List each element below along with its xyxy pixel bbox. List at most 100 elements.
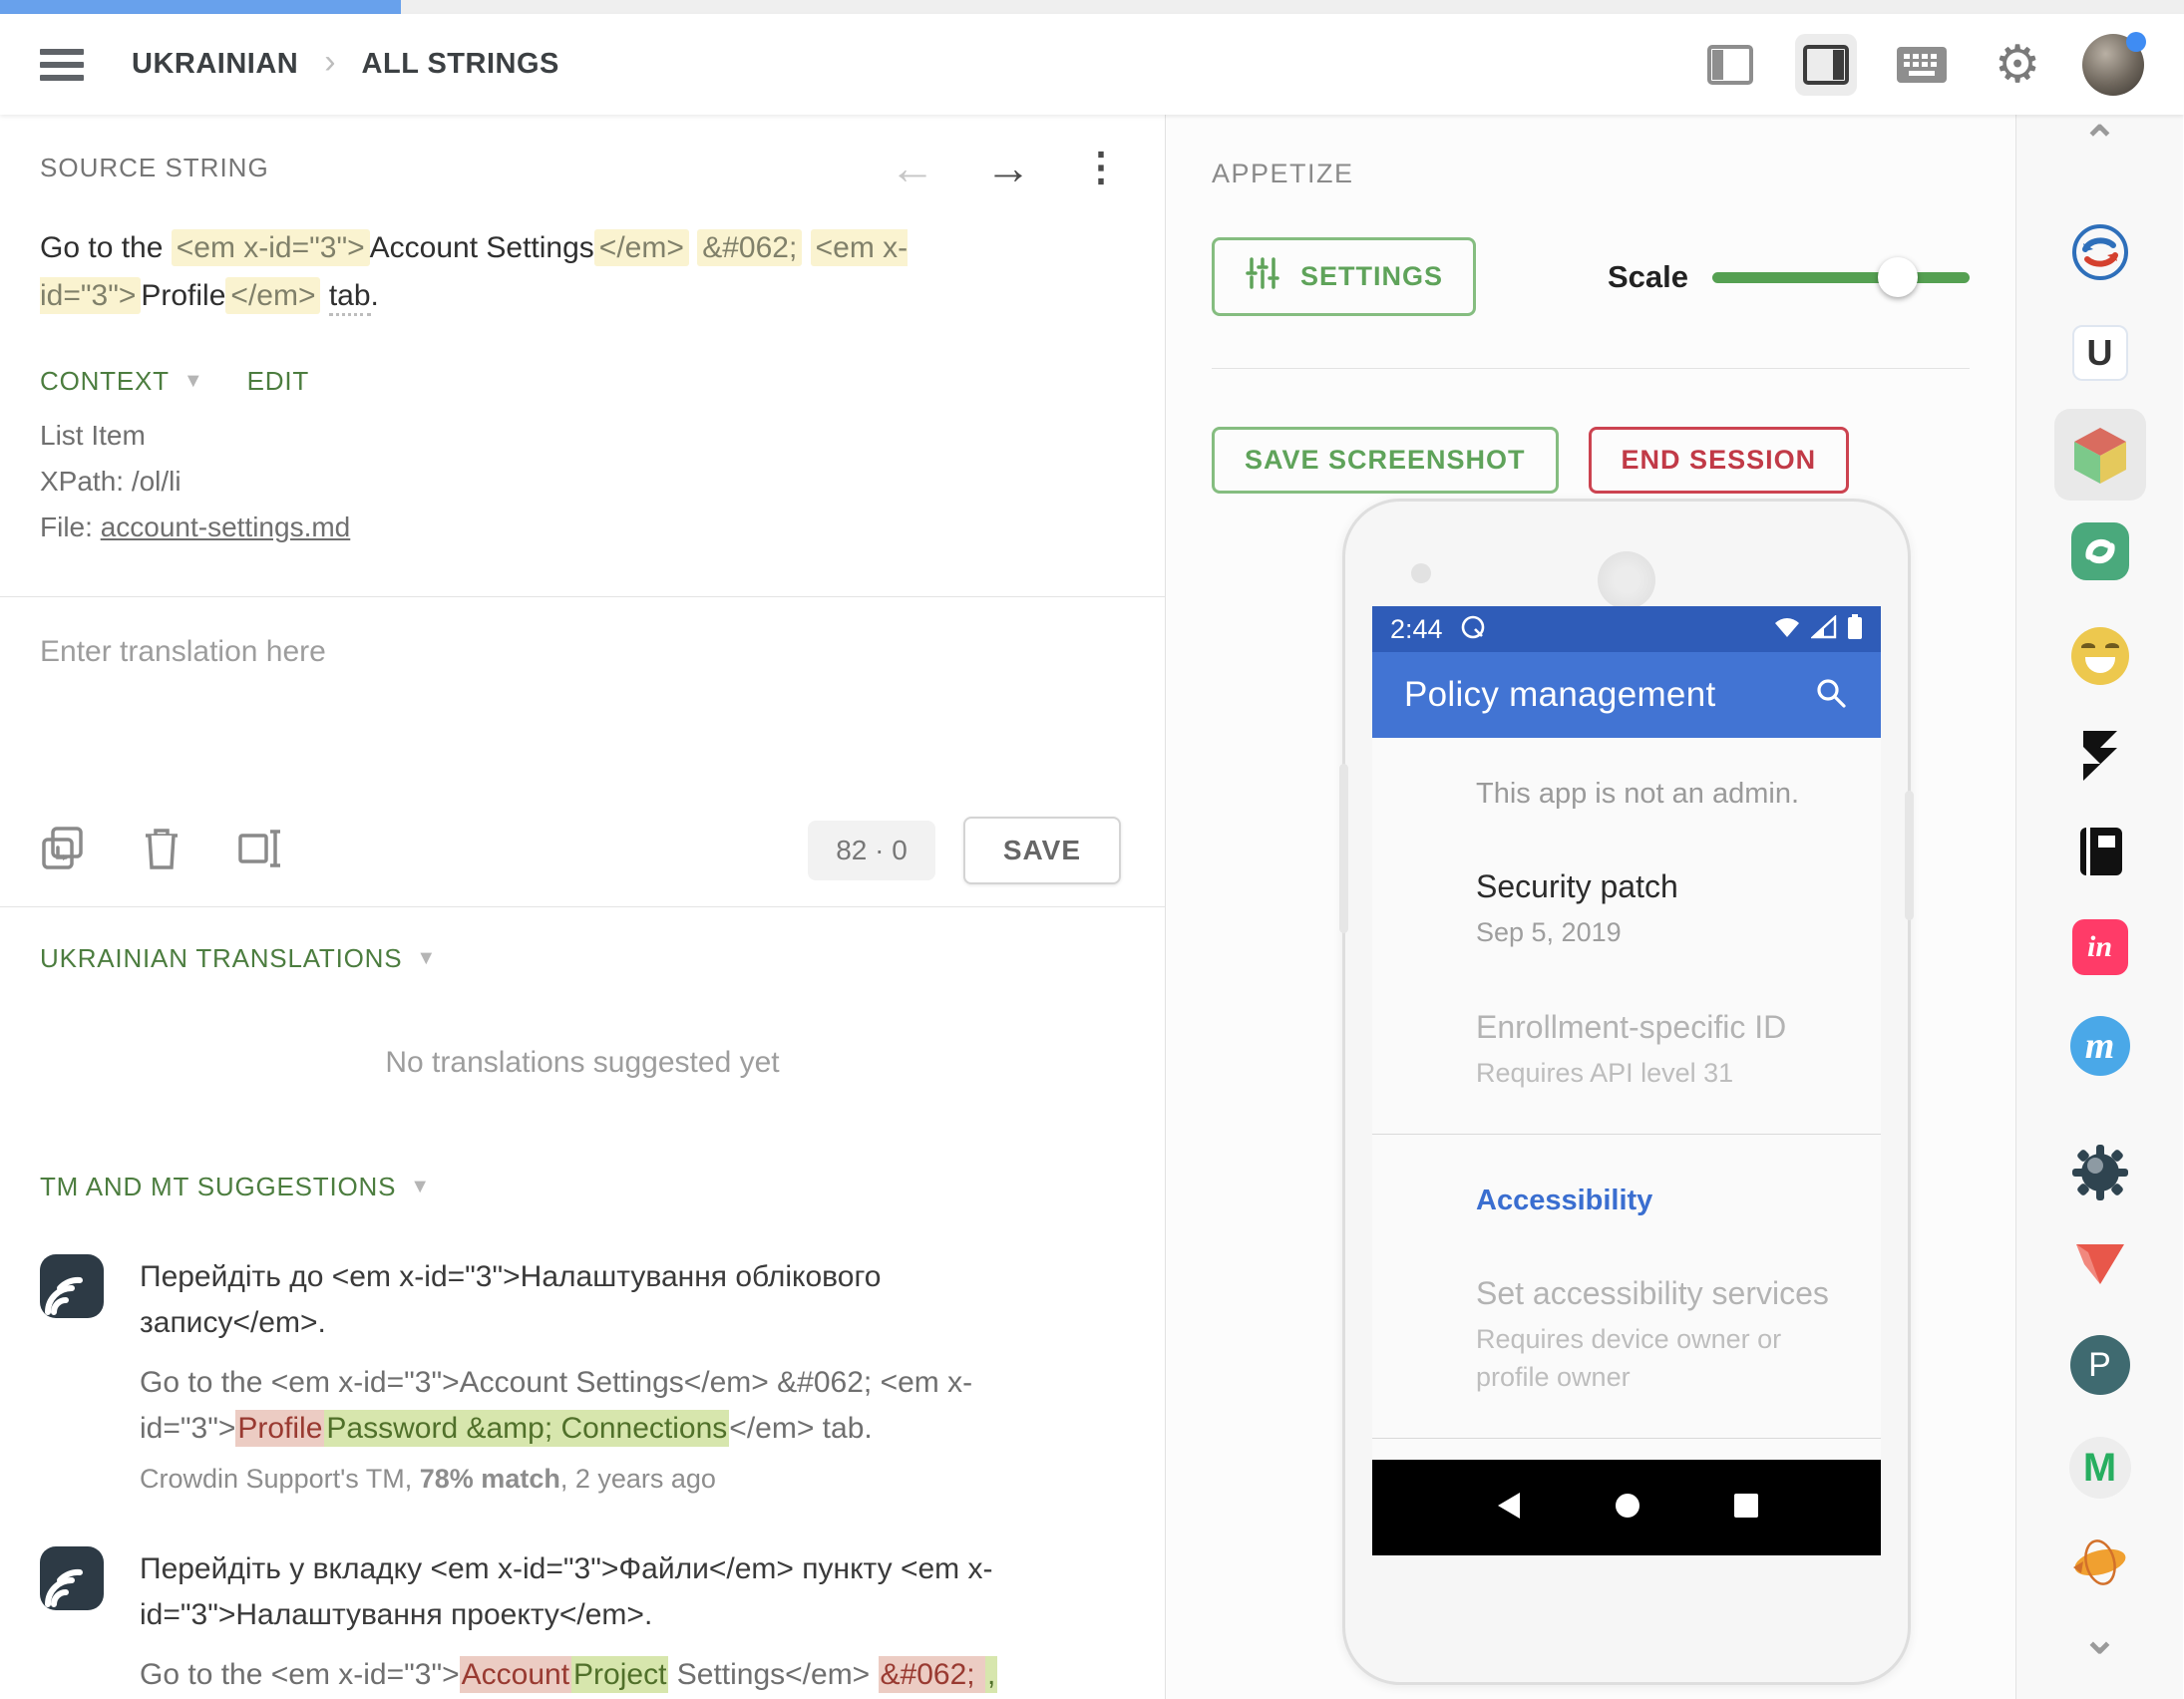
phone-screen[interactable]: 2:44 Policy management bbox=[1372, 606, 1881, 1555]
breadcrumb-language[interactable]: UKRAINIAN bbox=[132, 48, 298, 81]
policy-list: This app is not an admin. Security patch… bbox=[1372, 738, 1881, 1555]
medium-icon[interactable]: M bbox=[2069, 1437, 2131, 1499]
framer-icon[interactable] bbox=[2077, 729, 2123, 783]
cellular-signal-icon bbox=[1811, 615, 1837, 644]
translation-area: 82 · 0 SAVE bbox=[0, 597, 1165, 884]
editor-panel: SOURCE STRING ← → ⋮ Go to the <em x-id="… bbox=[0, 115, 1166, 1699]
context-details: List Item XPath: /ol/li File: account-se… bbox=[0, 413, 1165, 550]
list-item-security-patch-subtitle: Sep 5, 2019 bbox=[1372, 913, 1881, 951]
collapse-up-chevron-icon[interactable]: ⌃ bbox=[2082, 129, 2117, 154]
phone-camera-dot bbox=[1411, 563, 1431, 583]
admin-note: This app is not an admin. bbox=[1372, 778, 1881, 811]
online-status-dot bbox=[2126, 32, 2146, 52]
clear-translation-trash-icon[interactable] bbox=[142, 826, 182, 876]
translation-progress-bar bbox=[0, 0, 2184, 14]
home-button[interactable] bbox=[1614, 1492, 1641, 1525]
translation-progress-fill bbox=[0, 0, 401, 14]
plugin-icon-rail: ⌃ U in bbox=[2015, 115, 2183, 1699]
translation-memory-icon bbox=[40, 1254, 104, 1318]
emoji-smiley-icon[interactable] bbox=[2071, 627, 2129, 685]
source-string-label: SOURCE STRING bbox=[40, 153, 269, 183]
context-line-type: List Item bbox=[40, 413, 1121, 459]
phone-power-button bbox=[1905, 791, 1914, 920]
scale-label: Scale bbox=[1608, 259, 1688, 295]
docs-book-icon[interactable] bbox=[2074, 824, 2126, 879]
principle-icon[interactable]: P bbox=[2070, 1335, 2130, 1395]
scale-slider-track[interactable] bbox=[1712, 272, 1970, 283]
list-item-accessibility-services-subtitle: Requires device owner or profile owner bbox=[1372, 1320, 1881, 1396]
battery-icon bbox=[1847, 614, 1863, 645]
menu-hamburger-icon[interactable] bbox=[40, 49, 84, 81]
user-avatar[interactable] bbox=[2082, 34, 2144, 96]
android-nav-bar bbox=[1372, 1460, 1881, 1555]
android-app-bar: Policy management bbox=[1372, 652, 1881, 738]
translation-memory-icon bbox=[40, 1546, 104, 1610]
scale-slider-thumb[interactable] bbox=[1878, 257, 1918, 297]
translations-section-heading[interactable]: UKRAINIAN TRANSLATIONS bbox=[40, 943, 402, 974]
end-session-button[interactable]: END SESSION bbox=[1589, 427, 1850, 494]
device-preview-phone: 2:44 Policy management bbox=[1342, 499, 1911, 1685]
layout-right-panel-icon[interactable] bbox=[1795, 34, 1857, 96]
list-item-enrollment-id: Enrollment-specific ID bbox=[1372, 1009, 1881, 1046]
android-q-icon bbox=[1459, 613, 1487, 646]
appetize-settings-button[interactable]: SETTINGS bbox=[1212, 237, 1476, 316]
more-options-kebab-icon[interactable]: ⋮ bbox=[1081, 145, 1121, 190]
tm-collapse-triangle-icon[interactable]: ▼ bbox=[410, 1176, 430, 1198]
invision-icon[interactable]: in bbox=[2072, 919, 2128, 975]
context-line-xpath: XPath: /ol/li bbox=[40, 459, 1121, 505]
select-text-icon[interactable] bbox=[237, 826, 287, 876]
section-accessibility[interactable]: Accessibility bbox=[1372, 1185, 1881, 1217]
translation-input[interactable] bbox=[0, 597, 1165, 757]
next-string-arrow-icon[interactable]: → bbox=[985, 145, 1031, 190]
list-item-accessibility-services: Set accessibility services bbox=[1372, 1275, 1881, 1312]
settings-gear-icon[interactable]: ⚙ bbox=[1987, 34, 2048, 96]
keyboard-shortcuts-icon[interactable] bbox=[1891, 34, 1953, 96]
breadcrumb: UKRAINIAN › ALL STRINGS bbox=[132, 45, 559, 84]
divider bbox=[0, 906, 1165, 907]
tm-suggestion-item[interactable]: Перейдіть у вкладку <em x-id="3">Файли</… bbox=[0, 1546, 1165, 1699]
tm-suggestion-item[interactable]: Перейдіть до <em x-id="3">Налаштування о… bbox=[0, 1254, 1165, 1495]
android-status-bar: 2:44 bbox=[1372, 606, 1881, 652]
app-bar-title: Policy management bbox=[1404, 675, 1715, 715]
machine-translation-sync-icon[interactable] bbox=[2071, 223, 2129, 281]
flag-pennant-icon[interactable] bbox=[2072, 1244, 2128, 1288]
header-actions: ⚙ bbox=[1699, 34, 2144, 96]
suggestion-source-diff: Go to the <em x-id="3">Account Settings<… bbox=[140, 1360, 1037, 1452]
tm-section-heading[interactable]: TM AND MT SUGGESTIONS bbox=[40, 1172, 396, 1202]
save-translation-button[interactable]: SAVE bbox=[963, 817, 1121, 884]
plugins-cube-icon-active[interactable] bbox=[2054, 409, 2146, 501]
no-translations-message: No translations suggested yet bbox=[0, 1046, 1165, 1080]
previous-string-arrow-icon[interactable]: ← bbox=[890, 145, 935, 190]
layout-side-by-side-icon[interactable] bbox=[1699, 34, 1761, 96]
zeplin-icon[interactable] bbox=[2069, 1537, 2131, 1587]
context-file-link[interactable]: account-settings.md bbox=[101, 511, 351, 542]
recents-button[interactable] bbox=[1733, 1493, 1759, 1524]
unicode-tool-icon[interactable]: U bbox=[2072, 325, 2128, 381]
character-counter: 82 · 0 bbox=[808, 821, 935, 880]
refresh-tool-icon[interactable] bbox=[2071, 522, 2129, 580]
list-divider bbox=[1372, 1438, 1881, 1439]
context-edit-button[interactable]: EDIT bbox=[247, 366, 309, 397]
status-bar-time: 2:44 bbox=[1390, 614, 1443, 645]
collapse-down-chevron-icon[interactable]: ⌄ bbox=[2082, 1626, 2117, 1651]
sliders-icon bbox=[1245, 255, 1280, 298]
save-screenshot-button[interactable]: SAVE SCREENSHOT bbox=[1212, 427, 1559, 494]
copy-source-icon[interactable] bbox=[40, 826, 86, 876]
search-icon[interactable] bbox=[1813, 675, 1849, 716]
phone-volume-button bbox=[1339, 764, 1348, 933]
breadcrumb-all-strings[interactable]: ALL STRINGS bbox=[362, 48, 559, 81]
minesweeper-icon[interactable] bbox=[2070, 1143, 2130, 1202]
crowdin-editor-window: UKRAINIAN › ALL STRINGS ⚙ SOURCE STRING bbox=[0, 0, 2184, 1699]
marvel-icon[interactable]: m bbox=[2070, 1016, 2130, 1076]
appetize-panel: APPETIZE SETTINGS Scale bbox=[1166, 115, 2015, 1699]
appetize-title: APPETIZE bbox=[1212, 159, 1970, 189]
translations-collapse-triangle-icon[interactable]: ▼ bbox=[416, 947, 436, 970]
wifi-icon bbox=[1773, 615, 1801, 644]
context-collapse-triangle-icon[interactable]: ▼ bbox=[183, 370, 203, 393]
list-item-security-patch[interactable]: Security patch bbox=[1372, 868, 1881, 905]
top-bar: UKRAINIAN › ALL STRINGS ⚙ bbox=[0, 14, 2184, 115]
back-button[interactable] bbox=[1494, 1491, 1522, 1526]
scale-slider[interactable] bbox=[1712, 257, 1970, 297]
phone-speaker-grille bbox=[1598, 551, 1655, 609]
context-toggle[interactable]: CONTEXT bbox=[40, 366, 170, 397]
